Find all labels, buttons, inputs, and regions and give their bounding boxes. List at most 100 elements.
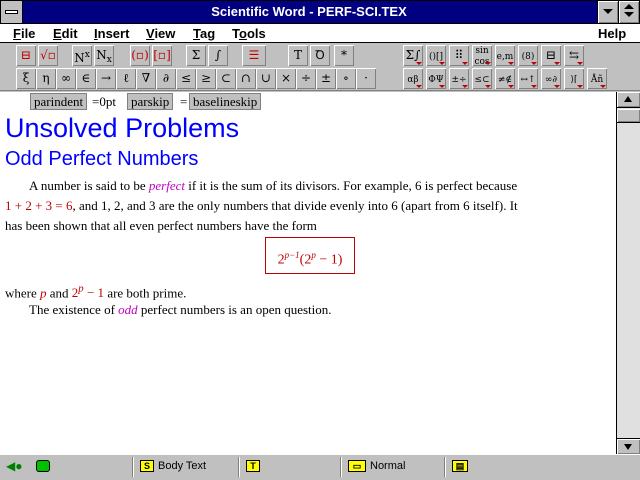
relations-panel-button[interactable]: ≤⊂ [472,68,492,89]
symbol-eta-button[interactable]: η [36,68,56,89]
text-tag-field[interactable]: ▤ [452,458,472,476]
dropdown-arrow-icon [554,85,560,88]
matrix-panel-button[interactable]: ⠿ [449,45,469,66]
parindent-tag[interactable]: parindent [30,93,88,110]
function-panel-button[interactable]: sin cos [472,45,492,67]
symbol-xi-button[interactable]: ξ [16,68,36,89]
dropdown-arrow-icon [462,85,468,88]
display-equation[interactable]: 2p−1(2p − 1) [265,237,355,274]
symbol-leq-button[interactable]: ≤ [176,68,196,89]
arrows-panel-icon: ↔↑ [520,75,536,85]
back-arrow-icon[interactable]: ◀● [6,460,22,472]
brackets-panel-icon: ()[] [428,52,444,62]
symbol-times-button[interactable]: × [276,68,296,89]
asterisk-button[interactable]: * [334,45,354,66]
dropdown-arrow-icon [531,85,537,88]
paragraph-1: A number is said to be perfect if it is … [29,178,518,193]
paragraph-1-line-3: has been shown that all even perfect num… [5,218,317,233]
menu-insert[interactable]: Insert [94,26,129,41]
fraction-button[interactable]: ⊟ [16,45,36,66]
maximize-button[interactable] [618,1,639,23]
big-operators-button[interactable]: Σ∫ [403,45,423,66]
symbol-cdot-button[interactable]: · [356,68,376,89]
subscript-icon: Nx [96,48,112,66]
parskip-tag[interactable]: parskip [127,93,174,110]
symbol-circ-button[interactable]: ∘ [336,68,356,89]
dropdown-arrow-icon [439,62,445,65]
paragraph-tag-field[interactable]: ▭ Normal [348,458,405,476]
integral-icon: ∫ [214,48,222,62]
minimize-button[interactable] [597,1,618,23]
scroll-down-button[interactable] [617,438,640,454]
fraction-panel-button[interactable]: ⊟ [541,45,561,66]
symbol-subset-button[interactable]: ⊂ [216,68,236,89]
menu-tools[interactable]: Tools [232,26,266,41]
arrows-panel-button[interactable]: ↔↑ [518,68,538,89]
superscript-icon: Nx [74,50,90,65]
sum-button[interactable]: Σ [186,45,206,66]
symbol-plusminus-button[interactable]: ± [316,68,336,89]
section-tag-field[interactable]: S Body Text [140,458,206,476]
arrow-up-icon [624,96,632,102]
status-separator [132,457,134,477]
subscript-button[interactable]: Nx [94,45,114,66]
matrix-brackets-button[interactable]: [▫] [152,45,172,66]
greek-lower-panel-button[interactable]: αβ [403,68,423,89]
status-bar: ◀● S Body Text T ▭ Normal ▤ [0,454,640,480]
scroll-up-button[interactable] [617,92,640,108]
symbol-geq-button[interactable]: ≥ [196,68,216,89]
math-text-button[interactable]: Ꝺ [310,45,330,66]
menu-file[interactable]: File [13,26,35,41]
delimiters-panel-button[interactable]: ⟩⌈ [564,68,584,89]
symbol-partial-button[interactable]: ∂ [156,68,176,89]
dropdown-arrow-icon [508,85,514,88]
symbol-ell-button[interactable]: ℓ [116,68,136,89]
arrows-stack-button[interactable]: ⇆ [564,45,584,66]
menu-tag[interactable]: Tag [193,26,215,41]
display-button[interactable]: ☰ [242,45,266,66]
tag-row: parindent =0pt parskip = baselineskip [0,92,616,111]
misc-symbols-panel-button[interactable]: ∞∂ [541,68,561,89]
text-button[interactable]: T [288,45,308,66]
delimiters-panel-icon: ⟩⌈ [570,75,578,85]
symbol-divide-button[interactable]: ÷ [296,68,316,89]
radical-button[interactable]: √▫ [38,45,58,66]
symbol-element-button[interactable]: ∈ [76,68,96,89]
dropdown-arrow-icon [577,62,583,65]
system-menu-button[interactable] [1,1,23,23]
symbol-nabla-button[interactable]: ∇ [136,68,156,89]
brackets-panel-button[interactable]: ()[] [426,45,446,66]
brackets-button[interactable]: (▫) [130,45,150,66]
symbol-infinity-button[interactable]: ∞ [56,68,76,89]
greek-upper-panel-button[interactable]: ΦΨ [426,68,446,89]
accents-panel-button[interactable]: Åñ [587,68,607,89]
history-icon[interactable] [36,460,50,472]
baselineskip-tag[interactable]: baselineskip [189,93,262,110]
document-area[interactable]: Unsolved Problems Odd Perfect Numbers A … [0,111,616,454]
binomial-panel-button[interactable]: (8) [518,45,538,66]
integral-button[interactable]: ∫ [208,45,228,66]
scroll-thumb[interactable] [617,109,640,123]
paragraph-1-line-2: 1 + 2 + 3 = 6, and 1, 2, and 3 are the o… [5,198,518,213]
text-tag-icon: ▤ [452,460,468,473]
superscript-button[interactable]: Nx [72,45,92,66]
text-icon: T [293,48,302,62]
menu-edit[interactable]: Edit [53,26,78,41]
system-menu-icon [5,10,18,14]
section-heading: Odd Perfect Numbers [5,148,199,170]
status-separator [444,457,446,477]
sum-icon: Σ [191,48,201,62]
restore-up-icon [624,4,634,9]
dropdown-arrow-icon [416,62,422,65]
units-panel-button[interactable]: e,m [495,45,515,66]
menu-help[interactable]: Help [598,26,626,41]
binary-ops-panel-button[interactable]: ±÷ [449,68,469,89]
negated-relations-panel-button[interactable]: ≠∉ [495,68,515,89]
vertical-scrollbar[interactable] [616,92,640,454]
symbol-cup-button[interactable]: ∪ [256,68,276,89]
item-tag-field[interactable]: T [246,458,264,476]
symbol-cap-button[interactable]: ∩ [236,68,256,89]
brackets-icon: (▫) [131,48,149,62]
symbol-arrow-button[interactable]: → [96,68,116,89]
menu-view[interactable]: View [146,26,175,41]
